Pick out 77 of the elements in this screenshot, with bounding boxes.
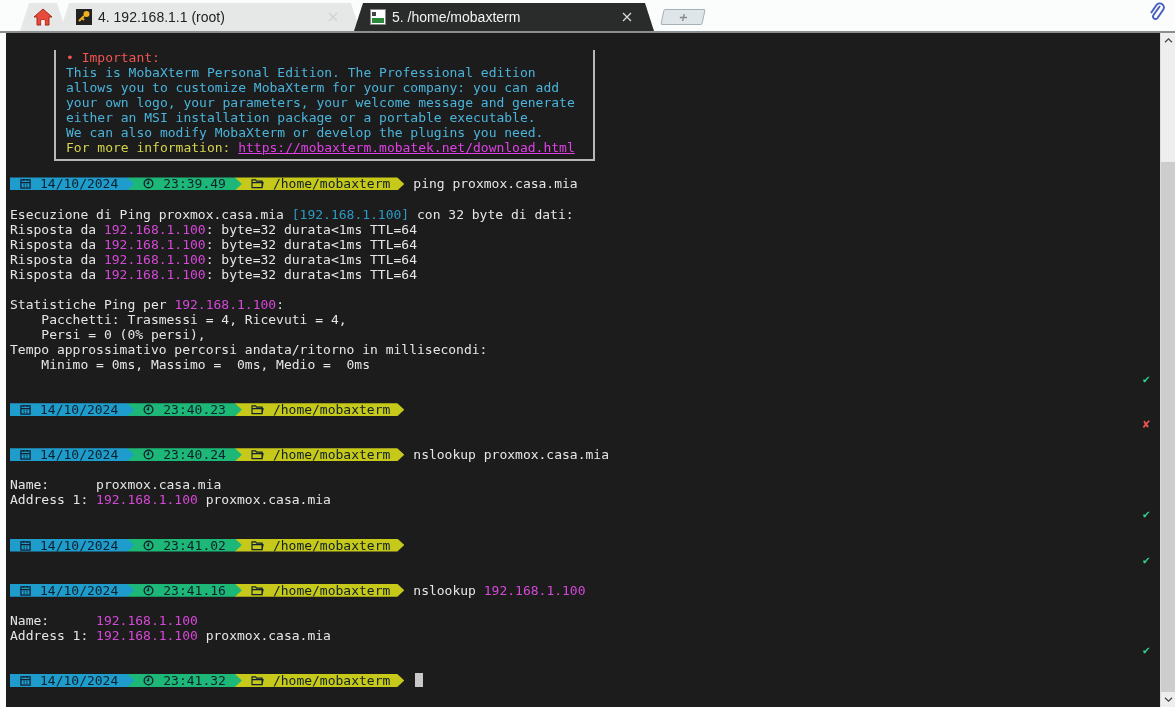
command-text: ping proxmox.casa.mia — [413, 176, 578, 192]
success-mark: ✔ — [1142, 642, 1150, 658]
folder-icon — [250, 584, 264, 596]
output-line: Address 1: 192.168.1.100 proxmox.casa.mia — [10, 627, 331, 643]
command-text: nslookup proxmox.casa.mia — [413, 447, 609, 463]
calendar-icon — [20, 584, 31, 596]
prompt-path: /home/mobaxterm — [272, 176, 391, 192]
prompt-date: 14/10/2024 — [40, 176, 119, 192]
clock-icon — [143, 539, 155, 551]
folder-icon — [250, 539, 264, 551]
notice-text: This is MobaXterm Personal Edition. The Professional edition — [66, 65, 536, 81]
prompt-path: /home/mobaxterm — [272, 582, 391, 598]
plus-icon — [677, 12, 689, 22]
output-line: Persi = 0 (0% persi), — [40, 326, 206, 342]
success-mark: ✔ — [1142, 552, 1150, 568]
folder-icon — [250, 675, 264, 686]
prompt-path: /home/mobaxterm — [272, 447, 391, 463]
notice-text: We can also modify MobaXterm or develop the plugins you need. — [66, 125, 544, 141]
success-mark: ✔ — [1142, 507, 1150, 523]
output-line: Esecuzione di Ping proxmox.casa.mia [192.168.1.100] con 32 byte di dati: — [10, 206, 574, 222]
scroll-up-icon[interactable] — [1163, 37, 1173, 44]
notice-text: allows you to customize MobaXterm for your company: you can add — [66, 80, 560, 96]
clock-icon — [143, 584, 155, 596]
prompt-date: 14/10/2024 — [40, 582, 119, 598]
error-mark: ✘ — [1142, 417, 1150, 433]
house-icon — [33, 7, 53, 27]
prompt-date: 14/10/2024 — [40, 447, 119, 463]
prompt-time: 23:41.32 — [163, 673, 226, 688]
clock-icon — [143, 675, 155, 686]
prompt-time: 23:41.02 — [163, 537, 226, 553]
prompt-path: /home/mobaxterm — [272, 402, 391, 418]
notice-heading: • Important: — [66, 50, 160, 66]
output-line: Tempo approssimativo percorsi andata/ritorno in millisecondi: — [10, 341, 488, 357]
output-line: Risposta da 192.168.1.100: byte=32 durata<1ms TTL=64 — [10, 266, 417, 282]
paperclip-icon[interactable] — [1149, 1, 1165, 23]
calendar-icon — [20, 178, 31, 190]
success-mark: ✔ — [1142, 372, 1150, 388]
output-line: Risposta da 192.168.1.100: byte=32 durata<1ms TTL=64 — [10, 251, 417, 267]
output-line: Minimo = 0ms, Massimo = 0ms, Medio = 0ms — [40, 357, 371, 372]
prompt-path: /home/mobaxterm — [272, 537, 391, 553]
clock-icon — [143, 404, 155, 416]
calendar-icon — [20, 449, 31, 461]
scroll-thumb[interactable] — [1161, 162, 1175, 692]
output-line: Address 1: 192.168.1.100 proxmox.casa.mia — [10, 492, 331, 508]
output-line: Name: 192.168.1.100 — [10, 612, 198, 628]
prompt-time: 23:40.23 — [163, 402, 226, 418]
folder-icon — [250, 178, 264, 190]
clock-icon — [143, 178, 155, 190]
info-label: For more information: — [66, 140, 232, 156]
prompt-date: 14/10/2024 — [40, 537, 119, 553]
close-icon[interactable] — [622, 12, 632, 22]
prompt-date: 14/10/2024 — [40, 402, 119, 418]
output-line: Pacchetti: Trasmessi = 4, Ricevuti = 4, — [40, 311, 347, 327]
calendar-icon — [20, 539, 31, 551]
command-text: nslookup 192.168.1.100 — [413, 582, 586, 598]
terminal-icon — [370, 9, 386, 25]
download-link[interactable]: https://mobaxterm.mobatek.net/download.html — [238, 140, 575, 156]
output-line: Risposta da 192.168.1.100: byte=32 durata<1ms TTL=64 — [10, 221, 417, 237]
prompt-time: 23:40.24 — [163, 447, 226, 463]
output-line: Statistiche Ping per 192.168.1.100: — [10, 296, 284, 312]
prompt-time: 23:39.49 — [163, 176, 226, 192]
scrollbar[interactable] — [1160, 33, 1175, 707]
prompt-time: 23:41.16 — [163, 582, 226, 598]
key-icon — [76, 9, 92, 25]
notice-text: either an MSI installation package or a portable executable. — [66, 110, 536, 126]
notice-text: your own logo, your parameters, your welcome message and generate — [66, 95, 575, 111]
calendar-icon — [20, 404, 31, 416]
prompt-date: 14/10/2024 — [40, 673, 119, 688]
folder-icon — [250, 449, 264, 461]
scroll-down-icon[interactable] — [1163, 696, 1173, 703]
output-line: Name: proxmox.casa.mia — [10, 477, 222, 493]
session-tab[interactable]: 5. /home/mobaxterm — [354, 3, 654, 31]
output-line: Risposta da 192.168.1.100: byte=32 durata<1ms TTL=64 — [10, 236, 417, 252]
calendar-icon — [20, 675, 31, 686]
clock-icon — [143, 449, 155, 461]
folder-icon — [250, 404, 264, 416]
prompt-path: /home/mobaxterm — [272, 673, 391, 688]
